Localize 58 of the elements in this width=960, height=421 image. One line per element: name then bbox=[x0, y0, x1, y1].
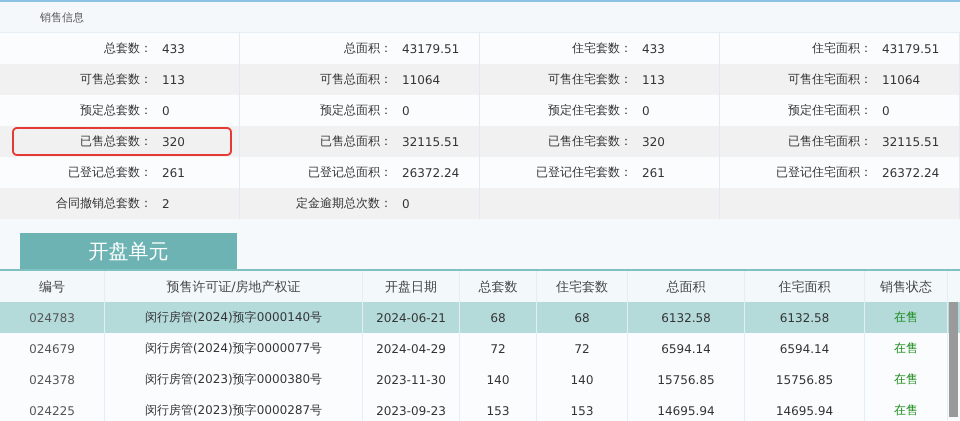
table-cell: 14695.94 bbox=[745, 395, 865, 421]
scrollbar[interactable] bbox=[949, 302, 958, 417]
stat-label: 总套数： bbox=[103, 40, 152, 57]
table-row[interactable]: 024225 闵行房管(2023)预字0000287号 2023-09-23 153 153 14695.94 14695.94 在售 bbox=[0, 395, 960, 421]
stat-label: 已登记住宅面积： bbox=[775, 164, 872, 181]
stat-value: 26372.24 bbox=[401, 166, 460, 180]
stat-value: 0 bbox=[881, 104, 890, 118]
table-row[interactable]: 024378 闵行房管(2023)预字0000380号 2023-11-30 140 140 15756.85 15756.85 在售 bbox=[0, 364, 960, 395]
table-cell: 2023-09-23 bbox=[363, 395, 460, 421]
stat-label: 住宅套数： bbox=[571, 40, 632, 57]
stat-value: 320 bbox=[161, 134, 185, 148]
stat-value: 0 bbox=[401, 104, 410, 118]
stat-label: 已登记总面积： bbox=[307, 164, 392, 181]
stat-label: 已售总套数： bbox=[79, 133, 152, 150]
stat-value: 261 bbox=[641, 166, 665, 180]
stat-value: 433 bbox=[641, 42, 665, 56]
stat-label: 可售总套数： bbox=[79, 71, 152, 88]
stat-label: 定金逾期总次数： bbox=[295, 195, 392, 212]
table-cell: 153 bbox=[460, 395, 537, 421]
stat-value: 433 bbox=[161, 42, 185, 56]
stat-value: 0 bbox=[641, 104, 650, 118]
stat-value: 26372.24 bbox=[881, 166, 940, 180]
stat-value: 0 bbox=[161, 104, 170, 118]
stat-value: 11064 bbox=[881, 72, 920, 86]
table-cell: 153 bbox=[537, 395, 628, 421]
stat-label: 总面积： bbox=[343, 40, 392, 57]
stat-value: 32115.51 bbox=[401, 134, 460, 148]
stat-value: 320 bbox=[641, 134, 665, 148]
stat-value: 261 bbox=[161, 166, 185, 180]
stat-label: 住宅面积： bbox=[811, 40, 872, 57]
section-title: 销售信息 bbox=[40, 10, 84, 24]
table-row[interactable]: 024679 闵行房管(2024)预字0000077号 2024-04-29 72 72 6594.14 6594.14 在售 bbox=[0, 333, 960, 364]
table-row[interactable]: 024783 闵行房管(2024)预字0000140号 2024-06-21 68 68 6132.58 6132.58 在售 bbox=[0, 302, 960, 333]
table-cell: 024225 bbox=[0, 395, 105, 421]
status-text: 在售 bbox=[865, 395, 948, 421]
stat-label: 已登记住宅套数： bbox=[535, 164, 632, 181]
stat-value: 113 bbox=[641, 72, 665, 86]
stat-label: 预定住宅面积： bbox=[787, 102, 872, 119]
stat-value: 113 bbox=[161, 72, 185, 86]
table-cell: 14695.94 bbox=[628, 395, 745, 421]
stat-value: 43179.51 bbox=[881, 42, 940, 56]
stat-label: 已售住宅套数： bbox=[547, 133, 632, 150]
stat-label: 预定总面积： bbox=[319, 102, 392, 119]
stat-label: 已登记总套数： bbox=[67, 164, 152, 181]
stat-label: 可售总面积： bbox=[319, 71, 392, 88]
stat-value: 0 bbox=[401, 196, 410, 210]
stat-value: 2 bbox=[161, 196, 170, 210]
stat-value: 11064 bbox=[401, 72, 440, 86]
stat-label: 预定总套数： bbox=[79, 102, 152, 119]
stat-label: 已售总面积： bbox=[319, 133, 392, 150]
stat-value: 32115.51 bbox=[881, 134, 940, 148]
stat-label: 可售住宅套数： bbox=[547, 71, 632, 88]
stat-label: 可售住宅面积： bbox=[787, 71, 872, 88]
stat-label: 已售住宅面积： bbox=[787, 133, 872, 150]
stat-value: 43179.51 bbox=[401, 42, 460, 56]
stat-label: 合同撤销总套数： bbox=[55, 195, 152, 212]
table-cell: 闵行房管(2023)预字0000287号 bbox=[105, 395, 363, 421]
stat-label: 预定住宅套数： bbox=[547, 102, 632, 119]
